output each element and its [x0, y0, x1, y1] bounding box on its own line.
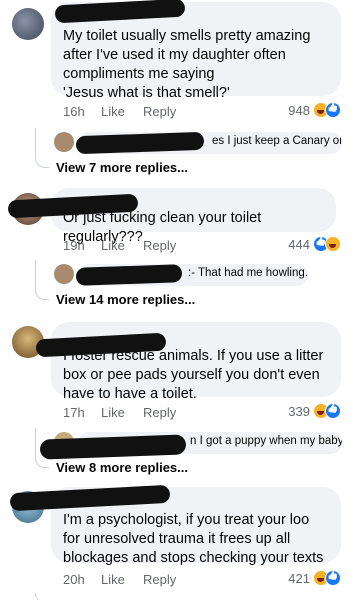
avatar[interactable]	[12, 8, 44, 40]
timestamp: 17h	[63, 405, 85, 420]
comment-bubble: I foster rescue animals. If you use a li…	[51, 322, 341, 402]
avatar	[54, 132, 74, 152]
view-more-replies-link[interactable]: View 7 more replies...	[56, 160, 188, 175]
comment-text: I foster rescue animals. If you use a li…	[63, 348, 324, 402]
reply-button[interactable]: Reply	[143, 104, 176, 119]
like-button[interactable]: Like	[101, 238, 143, 253]
timestamp: 20h	[63, 572, 85, 587]
thread-line	[35, 128, 49, 168]
like-button[interactable]: Like	[101, 405, 143, 420]
timestamp: 16h	[63, 104, 85, 119]
reply-button[interactable]: Reply	[143, 238, 176, 253]
timestamp: 19h	[63, 238, 85, 253]
comment-actions: 16h Like Reply	[63, 104, 176, 119]
like-reaction-icon	[325, 403, 341, 419]
reaction-summary[interactable]: 421	[288, 570, 341, 586]
reaction-count: 339	[288, 403, 310, 419]
avatar	[54, 264, 74, 284]
reaction-summary[interactable]: 444	[288, 236, 341, 252]
comment: I'm a psychologist, if you treat your lo…	[0, 484, 353, 600]
reaction-count: 444	[288, 236, 310, 252]
comment-actions: 17h Like Reply	[63, 405, 176, 420]
reply-button[interactable]: Reply	[143, 405, 176, 420]
comment: Or just fucking clean your toilet regula…	[0, 185, 353, 315]
reaction-count: 421	[288, 570, 310, 586]
view-more-replies-link[interactable]: View 14 more replies...	[56, 292, 195, 307]
like-reaction-icon	[325, 570, 341, 586]
like-button[interactable]: Like	[101, 104, 143, 119]
comment: My toilet usually smells pretty amazing …	[0, 0, 353, 180]
thread-line	[35, 260, 49, 300]
reply-button[interactable]: Reply	[143, 572, 176, 587]
haha-reaction-icon	[325, 236, 341, 252]
reaction-summary[interactable]: 948	[288, 102, 341, 118]
reaction-count: 948	[288, 102, 310, 118]
like-reaction-icon	[325, 102, 341, 118]
redacted-name	[75, 264, 183, 286]
comment-actions: 20h Like Reply	[63, 572, 176, 587]
reaction-summary[interactable]: 339	[288, 403, 341, 419]
thread-line	[35, 593, 49, 600]
comment-text: I'm a psychologist, if you treat your lo…	[63, 512, 324, 566]
comment-actions: 19h Like Reply	[63, 238, 176, 253]
comment: I foster rescue animals. If you use a li…	[0, 320, 353, 480]
view-more-replies-link[interactable]: View 8 more replies...	[56, 460, 188, 475]
like-button[interactable]: Like	[101, 572, 143, 587]
comment-text: My toilet usually smells pretty amazing …	[63, 28, 311, 101]
redacted-name	[39, 434, 187, 460]
